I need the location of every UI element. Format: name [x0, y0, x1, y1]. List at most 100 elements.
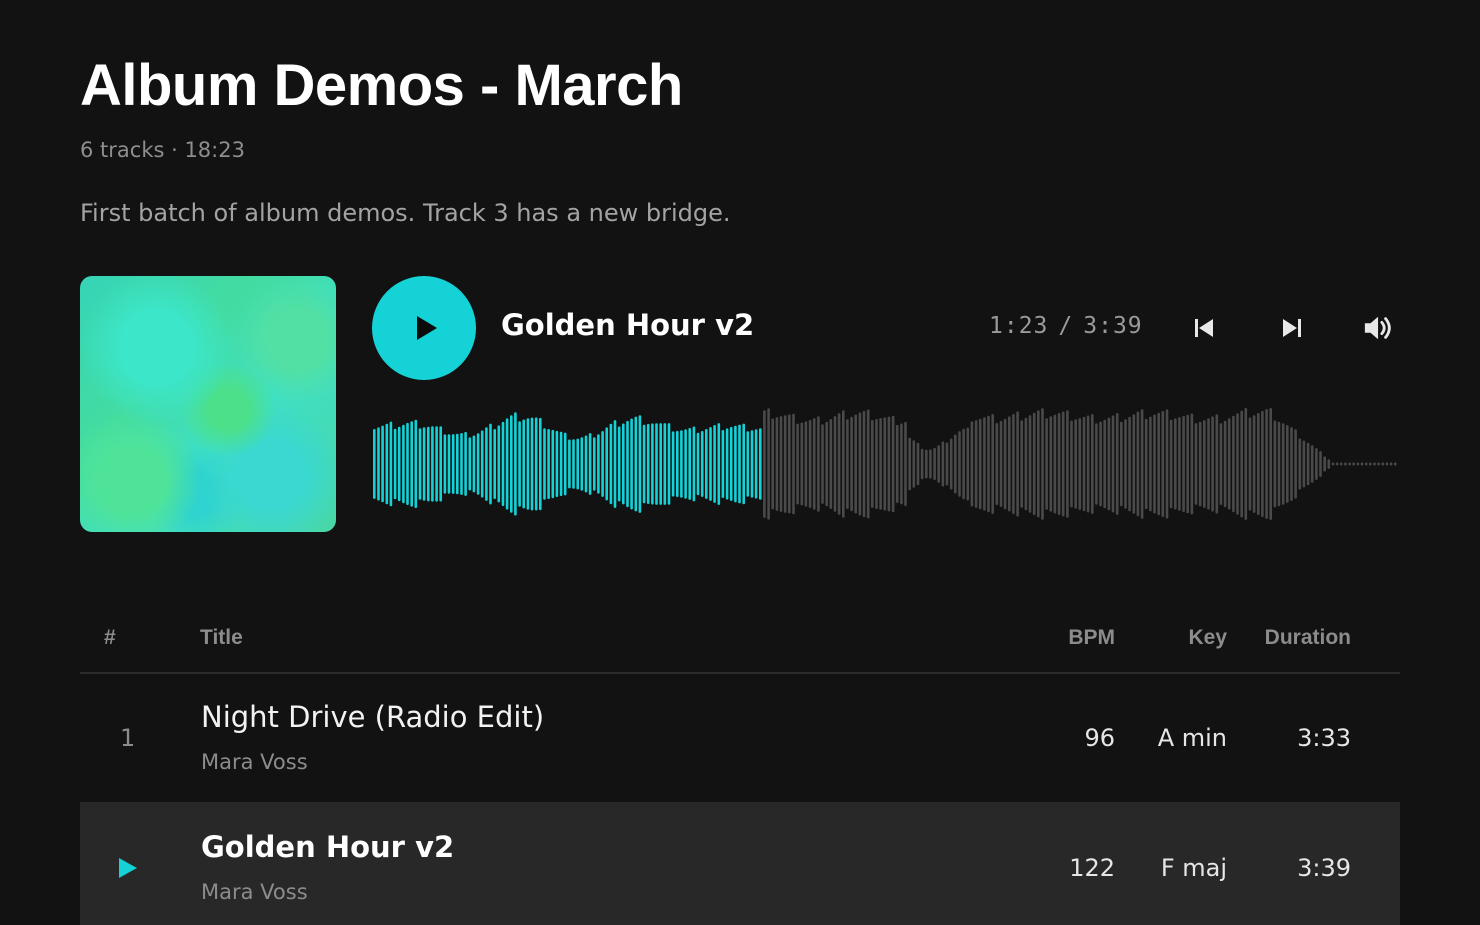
waveform-bar [451, 434, 455, 494]
waveform-bar [763, 410, 766, 518]
waveform-bar [671, 431, 675, 497]
waveform-bar [1053, 414, 1057, 514]
waveform-bar [970, 421, 974, 507]
waveform-bar [900, 423, 903, 505]
waveform-bar [991, 414, 994, 514]
waveform-scrubber[interactable] [372, 400, 1400, 528]
waveform-bar [476, 433, 480, 495]
waveform-bar [1037, 410, 1040, 518]
waveform-bar [842, 410, 845, 518]
track-row[interactable]: 1 Night Drive (Radio Edit) Mara Voss 96 … [80, 674, 1400, 803]
waveform-bar [1323, 456, 1326, 472]
column-header-duration[interactable]: Duration [1265, 626, 1351, 650]
waveform-bar [937, 445, 940, 483]
waveform-bar [771, 418, 774, 510]
waveform-bar [1161, 411, 1165, 518]
play-button[interactable] [372, 276, 476, 380]
column-header-title[interactable]: Title [200, 626, 243, 650]
waveform-bar [904, 421, 907, 507]
waveform-bar [393, 428, 397, 500]
waveform-bar [485, 427, 488, 501]
waveform-bar [1215, 414, 1219, 514]
waveform-bar [418, 428, 422, 500]
waveform-bar [377, 427, 380, 501]
track-duration: 3:33 [1297, 724, 1351, 752]
waveform-bar [767, 408, 770, 520]
waveform-bar [1095, 423, 1098, 505]
waveform-bar [1115, 413, 1119, 515]
waveform-bar [1136, 411, 1140, 517]
track-number: 1 [120, 724, 136, 752]
waveform-bar [439, 426, 442, 502]
waveform-bar [750, 430, 754, 498]
waveform-bar [1078, 418, 1082, 510]
waveform-bar [1057, 413, 1061, 515]
waveform-bar [563, 432, 567, 496]
waveform-bar [933, 447, 936, 481]
waveform-bar [1344, 462, 1347, 466]
waveform-bar [1194, 423, 1198, 505]
waveform-bar [617, 426, 621, 502]
waveform-bar [1227, 418, 1231, 510]
waveform-bar [1016, 411, 1019, 517]
waveform-bar [1149, 416, 1152, 512]
waveform-bar [1020, 420, 1023, 508]
waveform-bar [983, 417, 986, 511]
waveform-bar [1091, 414, 1094, 514]
previous-button[interactable] [1188, 312, 1220, 344]
waveform-bar [700, 431, 704, 497]
track-row-active[interactable]: Golden Hour v2 Mara Voss 122 F maj 3:39 [80, 802, 1400, 925]
track-bpm: 96 [1084, 724, 1115, 752]
waveform-bar [443, 434, 447, 494]
waveform-bar [518, 421, 521, 507]
waveform-bar [456, 433, 459, 495]
next-button[interactable] [1276, 312, 1308, 344]
waveform-bar [995, 423, 999, 506]
waveform-bar [817, 416, 820, 512]
waveform-bar [713, 425, 716, 503]
waveform-bar [945, 442, 949, 486]
waveform-bar [464, 431, 467, 496]
waveform-bar [858, 412, 862, 516]
waveform-bar [1232, 415, 1235, 513]
waveform-bar [551, 429, 555, 499]
waveform-bar [1310, 445, 1314, 483]
volume-button[interactable] [1363, 312, 1395, 344]
waveform-bar [717, 423, 721, 505]
waveform-bar [1340, 462, 1343, 466]
waveform-bar [862, 410, 866, 518]
waveform-bar [696, 432, 700, 496]
waveform-bar [1273, 420, 1277, 508]
waveform-bar [1385, 462, 1389, 466]
waveform-bar [663, 423, 667, 505]
playback-time: 1:23 / 3:39 [989, 313, 1143, 339]
waveform-bar [1257, 413, 1260, 516]
column-header-key[interactable]: Key [1188, 626, 1227, 650]
waveform-bar [1049, 416, 1053, 512]
waveform-bar [447, 434, 451, 494]
waveform-bar [684, 429, 687, 499]
waveform-bar [472, 435, 476, 493]
waveform-bar [385, 423, 389, 505]
waveform-bar [410, 421, 413, 507]
waveform-bar [974, 420, 978, 508]
waveform-bar [1389, 462, 1393, 466]
waveform-bar [1190, 413, 1194, 515]
waveform-bar [601, 431, 604, 497]
waveform-bar [800, 422, 804, 506]
waveform-bar [1348, 462, 1351, 466]
waveform-bar [1335, 462, 1339, 466]
waveform-bar [725, 428, 729, 500]
waveform-bar [846, 419, 849, 509]
column-header-bpm[interactable]: BPM [1068, 626, 1115, 650]
waveform-bar [1165, 409, 1169, 519]
current-time: 1:23 [989, 313, 1049, 339]
waveform-bar [929, 449, 932, 479]
waveform-bar [804, 421, 808, 507]
waveform-bar [916, 442, 920, 486]
waveform-bar [642, 424, 646, 504]
waveform-bar [1178, 417, 1181, 511]
waveform-bar [1198, 421, 1202, 507]
waveform-bar [1186, 414, 1189, 514]
waveform-bar [729, 426, 733, 501]
